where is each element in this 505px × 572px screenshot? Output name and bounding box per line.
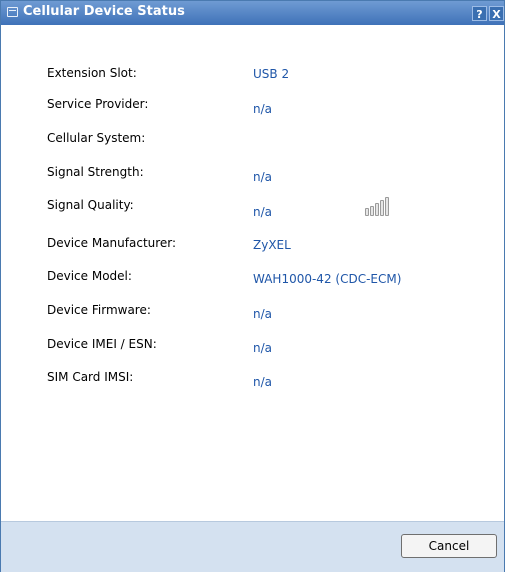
device-imei-esn-label: Device IMEI / ESN: bbox=[47, 337, 157, 351]
device-firmware-value: n/a bbox=[253, 307, 273, 321]
service-provider-value: n/a bbox=[253, 102, 273, 116]
close-button[interactable]: X bbox=[489, 6, 504, 21]
dialog-footer: Cancel bbox=[1, 521, 504, 572]
cancel-button[interactable]: Cancel bbox=[401, 534, 497, 558]
sim-card-imsi-value: n/a bbox=[253, 375, 273, 389]
sim-card-imsi-label: SIM Card IMSI: bbox=[47, 370, 134, 384]
device-model-label: Device Model: bbox=[47, 269, 132, 283]
help-button[interactable]: ? bbox=[472, 6, 487, 21]
window-icon bbox=[7, 7, 18, 17]
signal-quality-label: Signal Quality: bbox=[47, 198, 134, 212]
dialog-title: Cellular Device Status bbox=[23, 4, 185, 19]
cellular-device-status-dialog: Cellular Device Status ? X Extension Slo… bbox=[0, 0, 505, 572]
signal-strength-label: Signal Strength: bbox=[47, 165, 144, 179]
signal-strength-value: n/a bbox=[253, 170, 273, 184]
extension-slot-value: USB 2 bbox=[253, 67, 290, 81]
title-bar: Cellular Device Status ? X bbox=[1, 1, 504, 25]
device-manufacturer-label: Device Manufacturer: bbox=[47, 236, 177, 250]
device-model-value: WAH1000-42 (CDC-ECM) bbox=[253, 272, 402, 286]
device-imei-esn-value: n/a bbox=[253, 341, 273, 355]
cellular-system-label: Cellular System: bbox=[47, 131, 146, 145]
extension-slot-label: Extension Slot: bbox=[47, 66, 137, 80]
signal-bars-icon bbox=[365, 196, 397, 216]
device-manufacturer-value: ZyXEL bbox=[253, 238, 291, 252]
signal-quality-value: n/a bbox=[253, 205, 273, 219]
service-provider-label: Service Provider: bbox=[47, 97, 149, 111]
device-firmware-label: Device Firmware: bbox=[47, 303, 151, 317]
